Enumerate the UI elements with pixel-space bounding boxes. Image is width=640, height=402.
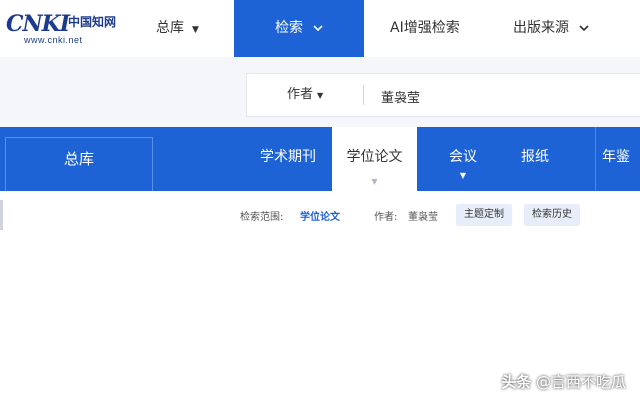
- caret-down-icon: ▼: [459, 171, 467, 180]
- tab-label: 学位论文: [346, 149, 403, 165]
- author-value: 董袅莹: [408, 212, 438, 223]
- nav-jiansuo-label: 检索: [275, 20, 303, 36]
- tab-label: 会议: [449, 149, 477, 165]
- nav-ai-search[interactable]: AI增强检索: [390, 0, 480, 57]
- scope-value[interactable]: 学位论文: [300, 208, 340, 223]
- tab-xueshu-qikan[interactable]: 学术期刊: [252, 127, 324, 191]
- author-label: 作者:: [374, 212, 398, 223]
- chevron-down-icon: [579, 0, 589, 57]
- cnki-logo-url: www.cnki.net: [24, 35, 83, 45]
- search-box: 作者 ▼: [246, 73, 640, 117]
- db-zongku-tab[interactable]: 总库: [5, 137, 153, 191]
- scrollbar-edge[interactable]: [0, 200, 3, 230]
- search-history-button[interactable]: 检索历史: [524, 204, 580, 226]
- tab-label: 年鉴: [602, 149, 630, 165]
- caret-down-icon: ▼: [371, 177, 378, 186]
- chevron-down-icon: [313, 0, 323, 57]
- tab-baozhi[interactable]: 报纸: [507, 127, 563, 191]
- search-input[interactable]: [379, 80, 633, 112]
- scope-label: 检索范围:: [240, 212, 284, 223]
- nav-zongku-label: 总库: [156, 20, 184, 36]
- tab-label: 报纸: [521, 149, 549, 165]
- tab-nianjian[interactable]: 年鉴: [595, 127, 640, 191]
- database-tab-bar: 总库 学术期刊 学位论文 ▼ 会议 ▼ 报纸 年鉴: [0, 127, 640, 197]
- search-divider: [363, 85, 364, 105]
- tab-xuewei-lunwen[interactable]: 学位论文 ▼: [332, 127, 417, 197]
- tab-huiyi[interactable]: 会议 ▼: [435, 127, 491, 191]
- nav-chuban[interactable]: 出版来源: [513, 0, 623, 57]
- top-navigation: CNKI 中国知网 www.cnki.net 总库 ▼ 检索 AI增强检索 出版来…: [0, 0, 640, 57]
- search-field-select[interactable]: 作者 ▼: [287, 74, 323, 116]
- topic-custom-button[interactable]: 主题定制: [456, 204, 512, 226]
- tab-label: 学术期刊: [260, 149, 316, 165]
- search-field-label: 作者: [287, 87, 314, 102]
- watermark: 头条 @言西不吃瓜: [501, 371, 626, 392]
- nav-zongku[interactable]: 总库 ▼: [156, 0, 226, 57]
- cnki-logo[interactable]: CNKI 中国知网 www.cnki.net: [6, 8, 126, 48]
- caret-down-icon: ▼: [192, 25, 199, 35]
- search-area: 作者 ▼: [0, 57, 640, 127]
- nav-chuban-label: 出版来源: [513, 20, 569, 36]
- caret-down-icon: ▼: [317, 91, 324, 100]
- watermark-handle: @言西不吃瓜: [535, 373, 626, 391]
- search-scope-line: 检索范围: 学位论文 作者: 董袅莹 主题定制 检索历史: [0, 204, 640, 226]
- nav-jiansuo[interactable]: 检索: [234, 0, 364, 57]
- cnki-logo-mark: CNKI: [6, 11, 70, 37]
- watermark-platform: 头条: [501, 373, 532, 391]
- cnki-logo-chinese: 中国知网: [68, 15, 117, 29]
